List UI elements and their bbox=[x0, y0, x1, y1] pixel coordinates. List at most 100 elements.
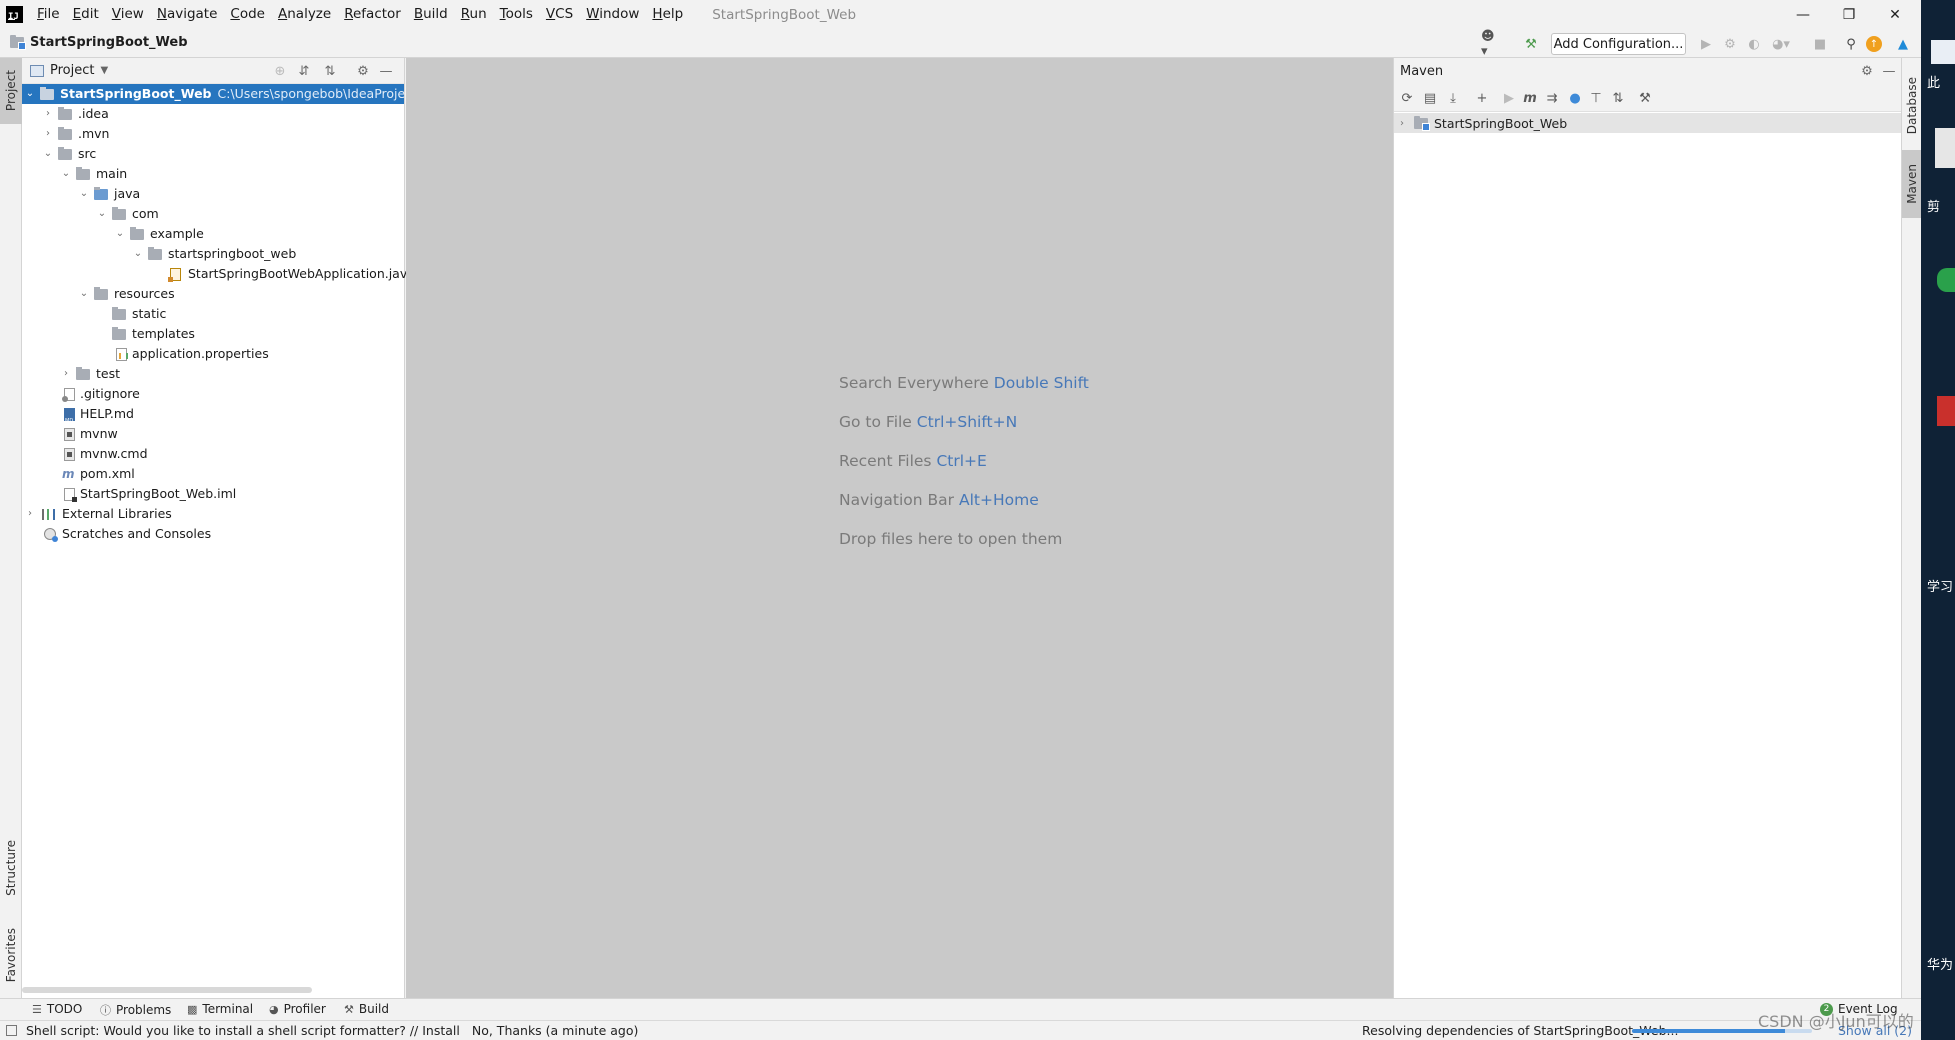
tool-tab-project[interactable]: Project bbox=[0, 58, 22, 124]
build-hammer-icon[interactable]: ⚒ bbox=[1522, 35, 1540, 53]
tree-row[interactable]: › External Libraries bbox=[22, 504, 404, 524]
menu-vcs[interactable]: VCS bbox=[540, 0, 580, 29]
menu-navigate[interactable]: Navigate bbox=[151, 0, 225, 29]
tree-row[interactable]: ⌄ java bbox=[22, 184, 404, 204]
add-configuration-button[interactable]: Add Configuration... bbox=[1551, 33, 1686, 55]
chevron-down-icon[interactable]: ⌄ bbox=[78, 284, 90, 304]
breadcrumb-project[interactable]: StartSpringBoot_Web bbox=[30, 35, 188, 50]
tree-row[interactable]: ⌄ resources bbox=[22, 284, 404, 304]
menu-help[interactable]: Help bbox=[646, 0, 690, 29]
tree-row-root[interactable]: ⌄ StartSpringBoot_Web C:\Users\spongebob\… bbox=[22, 84, 428, 104]
show-dependencies-icon[interactable]: ⊤ bbox=[1587, 89, 1605, 107]
tree-row[interactable]: StartSpringBoot_Web.iml bbox=[22, 484, 404, 504]
tree-row[interactable]: ⌄ com bbox=[22, 204, 404, 224]
execute-goal-icon[interactable]: m bbox=[1521, 89, 1539, 107]
chevron-down-icon[interactable]: ▼ bbox=[100, 65, 108, 76]
chevron-down-icon[interactable]: ⌄ bbox=[24, 84, 36, 104]
close-icon[interactable]: ✕ bbox=[1872, 0, 1918, 29]
generate-sources-icon[interactable]: ▤ bbox=[1421, 89, 1439, 107]
tab-terminal[interactable]: ▩ Terminal bbox=[187, 1002, 253, 1016]
stop-icon[interactable]: ■ bbox=[1811, 35, 1829, 53]
chevron-down-icon[interactable]: ⌄ bbox=[60, 164, 72, 184]
chevron-down-icon[interactable]: ⌄ bbox=[96, 204, 108, 224]
maven-project-row[interactable]: › StartSpringBoot_Web bbox=[1394, 113, 1901, 133]
background-task-label[interactable]: Resolving dependencies of StartSpringBoo… bbox=[1362, 1023, 1678, 1038]
toggle-offline-icon[interactable]: ⇉ bbox=[1543, 89, 1561, 107]
menu-build[interactable]: Build bbox=[408, 0, 455, 29]
plugin-logo-icon[interactable]: ▲ bbox=[1894, 35, 1912, 53]
tree-row[interactable]: › test bbox=[22, 364, 404, 384]
chevron-right-icon[interactable]: › bbox=[1400, 118, 1404, 129]
profile-icon[interactable]: ◕▾ bbox=[1772, 35, 1790, 53]
search-icon[interactable]: ⚲ bbox=[1842, 35, 1860, 53]
status-message[interactable]: Shell script: Would you like to install … bbox=[26, 1023, 638, 1038]
chevron-down-icon[interactable]: ⌄ bbox=[78, 184, 90, 204]
tab-todo[interactable]: ☰ TODO bbox=[32, 1002, 82, 1016]
tool-tab-favorites[interactable]: Favorites bbox=[0, 918, 22, 993]
intellij-logo-icon[interactable]: IJ bbox=[6, 6, 23, 23]
coverage-icon[interactable]: ◐ bbox=[1745, 35, 1763, 53]
reload-icon[interactable]: ⟳ bbox=[1398, 89, 1416, 107]
tree-row[interactable]: mvnw.cmd bbox=[22, 444, 404, 464]
chevron-down-icon[interactable]: ⌄ bbox=[42, 144, 54, 164]
menu-analyze[interactable]: Analyze bbox=[272, 0, 338, 29]
tree-row[interactable]: mvnw bbox=[22, 424, 404, 444]
locate-file-icon[interactable]: ⊕ bbox=[271, 62, 289, 80]
breadcrumb[interactable]: StartSpringBoot_Web bbox=[10, 35, 188, 50]
menu-code[interactable]: Code bbox=[224, 0, 272, 29]
tool-tab-database[interactable]: Database bbox=[1902, 66, 1921, 146]
menu-file[interactable]: File bbox=[31, 0, 67, 29]
chevron-down-icon[interactable]: ⌄ bbox=[132, 244, 144, 264]
tab-problems[interactable]: ⓘ Problems bbox=[100, 1002, 171, 1018]
chevron-right-icon[interactable]: › bbox=[42, 104, 54, 124]
gear-icon[interactable]: ⚙ bbox=[1858, 62, 1876, 80]
expand-all-icon[interactable]: ⇵ bbox=[295, 62, 313, 80]
hide-panel-icon[interactable]: — bbox=[1880, 62, 1898, 80]
chevron-right-icon[interactable]: › bbox=[42, 124, 54, 144]
tree-row[interactable]: .gitignore bbox=[22, 384, 404, 404]
chevron-right-icon[interactable]: › bbox=[24, 504, 36, 524]
tree-row[interactable]: templates bbox=[22, 324, 404, 344]
tree-row[interactable]: ⌄ main bbox=[22, 164, 404, 184]
menu-window[interactable]: Window bbox=[580, 0, 646, 29]
tool-tab-structure[interactable]: Structure bbox=[0, 828, 22, 908]
chevron-down-icon[interactable]: ⌄ bbox=[114, 224, 126, 244]
wrench-icon[interactable]: ⚒ bbox=[1636, 89, 1654, 107]
tool-tab-maven[interactable]: Maven bbox=[1902, 150, 1921, 218]
download-icon[interactable]: ⤓ bbox=[1444, 89, 1462, 107]
user-account-icon[interactable]: ☻▾ bbox=[1481, 29, 1499, 59]
update-icon[interactable]: ↑ bbox=[1866, 36, 1882, 52]
hide-panel-icon[interactable]: — bbox=[377, 62, 395, 80]
menu-view[interactable]: View bbox=[106, 0, 151, 29]
tree-row[interactable]: ⌄ example bbox=[22, 224, 404, 244]
toggle-tool-windows-icon[interactable] bbox=[6, 1025, 17, 1036]
minimize-icon[interactable]: — bbox=[1780, 0, 1826, 29]
tree-row[interactable]: m pom.xml bbox=[22, 464, 404, 484]
tab-profiler[interactable]: ◕ Profiler bbox=[269, 1002, 326, 1016]
menu-edit[interactable]: Edit bbox=[67, 0, 106, 29]
menu-run[interactable]: Run bbox=[455, 0, 494, 29]
gear-icon[interactable]: ⚙ bbox=[354, 62, 372, 80]
collapse-all-icon[interactable]: ⇅ bbox=[321, 62, 339, 80]
tree-row[interactable]: HELP.md bbox=[22, 404, 404, 431]
menu-refactor[interactable]: Refactor bbox=[338, 0, 408, 29]
tree-row[interactable]: › .idea bbox=[22, 104, 404, 124]
tree-row[interactable]: › .mvn bbox=[22, 124, 404, 144]
tree-row[interactable]: StartSpringBootWebApplication.java bbox=[22, 264, 415, 284]
tab-build[interactable]: ⚒ Build bbox=[344, 1002, 389, 1016]
debug-icon[interactable]: ⚙ bbox=[1721, 35, 1739, 53]
tree-row[interactable]: Scratches and Consoles bbox=[22, 524, 404, 544]
menu-tools[interactable]: Tools bbox=[494, 0, 540, 29]
horizontal-scrollbar[interactable] bbox=[22, 987, 312, 993]
run-icon[interactable]: ▶ bbox=[1500, 89, 1518, 107]
run-icon[interactable]: ▶ bbox=[1697, 35, 1715, 53]
restore-icon[interactable]: ❐ bbox=[1826, 0, 1872, 29]
skip-tests-icon[interactable]: ● bbox=[1566, 89, 1584, 107]
tree-row[interactable]: ⌄ startspringboot_web bbox=[22, 244, 404, 264]
chevron-right-icon[interactable]: › bbox=[60, 364, 72, 384]
add-icon[interactable]: + bbox=[1473, 89, 1491, 107]
editor-empty-area[interactable]: Search Everywhere Double Shift Go to Fil… bbox=[406, 58, 1393, 998]
tree-row[interactable]: application.properties bbox=[22, 344, 404, 364]
collapse-all-icon[interactable]: ⇅ bbox=[1609, 89, 1627, 107]
tree-row[interactable]: static bbox=[22, 304, 404, 324]
